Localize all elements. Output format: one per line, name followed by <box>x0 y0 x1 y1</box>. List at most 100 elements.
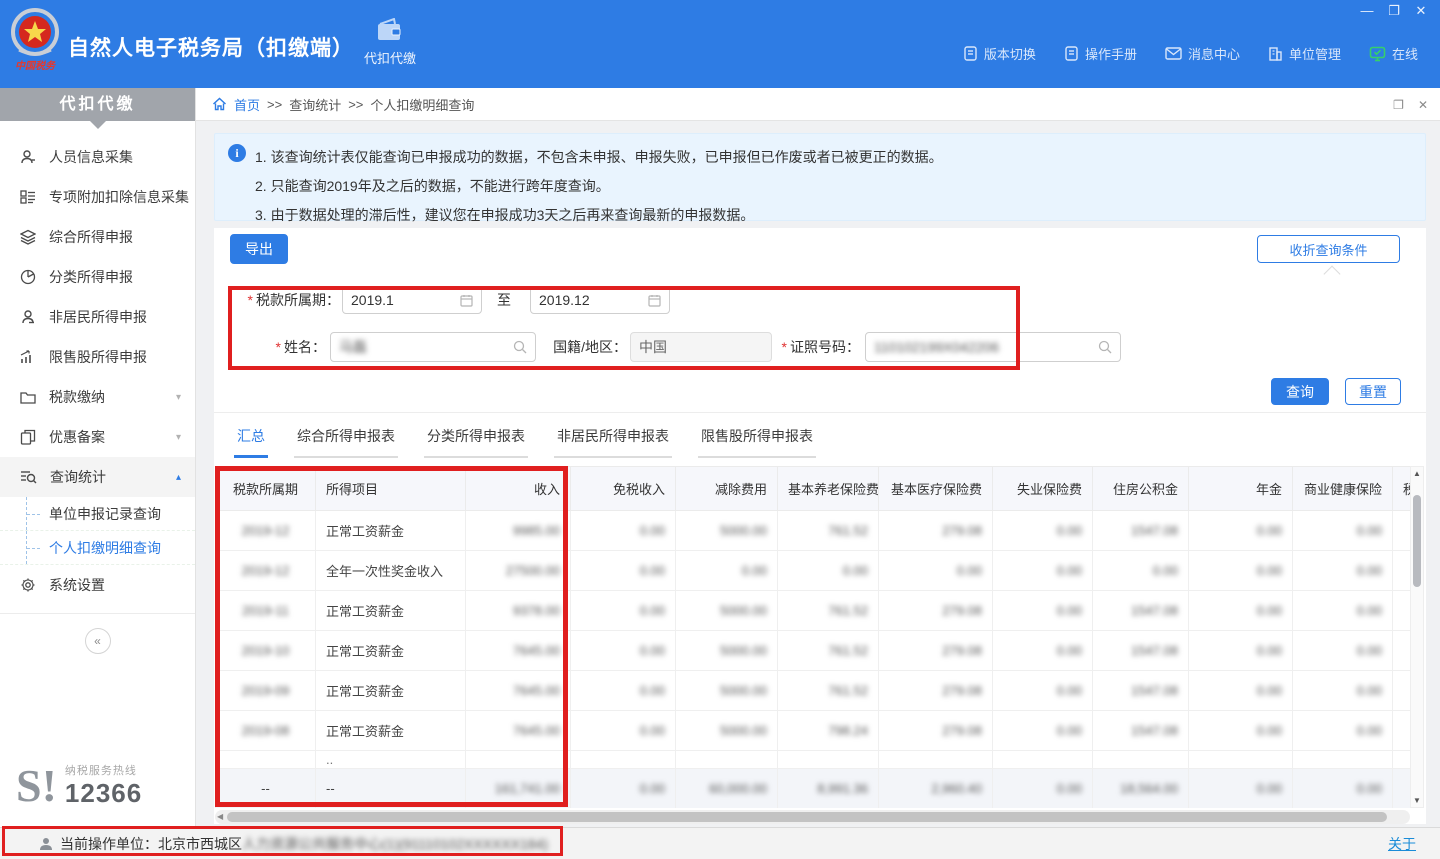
tab-nonresident-income[interactable]: 非居民所得申报表 <box>554 426 672 458</box>
nav-online-status[interactable]: 在线 <box>1369 44 1418 63</box>
window-controls: — ❐ ✕ <box>1358 3 1430 19</box>
minimize-icon[interactable]: — <box>1358 3 1376 19</box>
table-cell: 5000.00 <box>676 511 778 551</box>
reset-button[interactable]: 重置 <box>1345 378 1401 405</box>
table-cell: 1547.08 <box>1093 631 1189 671</box>
table-cell <box>1393 591 1411 631</box>
nationality-label: 国籍/地区： <box>545 333 627 361</box>
table-cell: 正常工资薪金 <box>316 711 466 751</box>
table-cell: 0.00 <box>1293 671 1393 711</box>
nav-version-switch[interactable]: 版本切换 <box>963 44 1036 63</box>
table-cell: 8,991.36 <box>778 769 879 809</box>
table-cell: 0.00 <box>993 511 1093 551</box>
breadcrumb-separator: >> <box>348 97 363 112</box>
hotline-number: 12366 <box>65 778 142 809</box>
fold-query-conditions-button[interactable]: 收折查询条件 <box>1257 235 1400 263</box>
column-header: 税 <box>1393 467 1411 511</box>
wallet-icon <box>376 18 404 44</box>
current-unit-visible: 北京市西城区 <box>158 834 242 854</box>
sidebar-header-notch <box>90 121 106 129</box>
tab-restricted-stock[interactable]: 限售股所得申报表 <box>698 426 816 458</box>
scroll-up-icon[interactable]: ▲ <box>1413 469 1421 478</box>
search-icon[interactable] <box>513 340 527 354</box>
vertical-scroll-thumb[interactable] <box>1413 495 1421 587</box>
nav-unit-management[interactable]: 单位管理 <box>1268 44 1341 63</box>
export-button[interactable]: 导出 <box>230 234 288 264</box>
horizontal-scrollbar[interactable]: ◀ <box>215 810 1410 824</box>
scroll-left-icon[interactable]: ◀ <box>217 812 223 821</box>
table-row: 2019-08正常工资薪金7645.000.005000.00798.24279… <box>216 711 1411 751</box>
table-cell: 正常工资薪金 <box>316 591 466 631</box>
scroll-down-icon[interactable]: ▼ <box>1413 796 1421 805</box>
table-cell <box>466 751 571 769</box>
nav-message-center[interactable]: 消息中心 <box>1165 44 1240 63</box>
sidebar-item-system-settings[interactable]: 系统设置 <box>0 565 195 605</box>
sidebar-item-comprehensive-income[interactable]: 综合所得申报 <box>0 217 195 257</box>
column-header: 基本养老保险费 <box>778 467 879 511</box>
national-emblem-icon <box>9 8 61 58</box>
column-header: 免税收入 <box>571 467 676 511</box>
fold-caret-icon <box>1324 266 1341 283</box>
pane-close-icon[interactable]: ✕ <box>1418 98 1428 112</box>
table-cell <box>1293 751 1393 769</box>
period-to-input[interactable]: 2019.12 <box>530 286 670 314</box>
sidebar-item-restricted-stock[interactable]: 限售股所得申报 <box>0 337 195 377</box>
table-cell: 5000.00 <box>676 671 778 711</box>
tab-comprehensive-income[interactable]: 综合所得申报表 <box>294 426 398 458</box>
sidebar-item-label: 查询统计 <box>50 467 106 487</box>
column-header: 失业保险费 <box>993 467 1093 511</box>
tab-daikou-daijiao[interactable]: 代扣代缴 <box>345 18 435 67</box>
table-cell <box>1393 671 1411 711</box>
restore-icon[interactable]: ❐ <box>1385 3 1403 19</box>
sidebar-item-nonresident-income[interactable]: 非居民所得申报 <box>0 297 195 337</box>
table-cell <box>571 751 676 769</box>
close-icon[interactable]: ✕ <box>1412 3 1430 19</box>
pane-restore-icon[interactable]: ❐ <box>1393 98 1404 112</box>
horizontal-scroll-thumb[interactable] <box>227 812 1387 822</box>
sidebar-item-preferential-record[interactable]: 优惠备案 ▾ <box>0 417 195 457</box>
home-icon[interactable] <box>212 97 227 111</box>
table-cell: 0.00 <box>571 711 676 751</box>
sidebar: 代扣代缴 人员信息采集 专项附加扣除信息采集 综合所得申报 分类所得申报 非居民… <box>0 88 196 827</box>
period-from-input[interactable]: 2019.1 <box>342 286 482 314</box>
tab-summary[interactable]: 汇总 <box>234 426 268 458</box>
sidebar-item-personnel-info[interactable]: 人员信息采集 <box>0 137 195 177</box>
table-cell <box>1393 751 1411 769</box>
table-row: 2019-11正常工资薪金9378.000.005000.00761.52279… <box>216 591 1411 631</box>
table-row: 2019-12全年一次性奖金收入27500.000.000.000.000.00… <box>216 551 1411 591</box>
table-cell: 0.00 <box>571 631 676 671</box>
sidebar-item-label: 限售股所得申报 <box>49 347 147 367</box>
table-row: 2019-10正常工资薪金7645.000.005000.00761.52279… <box>216 631 1411 671</box>
table-cell: 正常工资薪金 <box>316 631 466 671</box>
notice-line: 3. 由于数据处理的滞后性，建议您在申报成功3天之后再来查询最新的申报数据。 <box>255 201 1415 230</box>
table-cell: 9378.00 <box>466 591 571 631</box>
tab-classified-income[interactable]: 分类所得申报表 <box>424 426 528 458</box>
nav-label: 单位管理 <box>1289 44 1341 63</box>
table-cell: 9985.00 <box>466 511 571 551</box>
nav-manual[interactable]: 操作手册 <box>1064 44 1137 63</box>
id-number-input[interactable]: 110102199X042206 <box>865 332 1121 362</box>
about-link[interactable]: 关于 <box>1388 834 1416 854</box>
sidebar-subitem-personal-withholding-query[interactable]: 个人扣缴明细查询 <box>0 531 195 565</box>
id-number-label: 证照号码： <box>780 333 860 361</box>
sidebar-item-classified-income[interactable]: 分类所得申报 <box>0 257 195 297</box>
sidebar-item-special-deduction[interactable]: 专项附加扣除信息采集 <box>0 177 195 217</box>
table-cell: 0.00 <box>676 551 778 591</box>
breadcrumb-home[interactable]: 首页 <box>234 95 260 114</box>
table-cell: 0.00 <box>1293 591 1393 631</box>
to-label: 至 <box>497 286 511 314</box>
table-cell: 0.00 <box>1293 711 1393 751</box>
sidebar-item-tax-payment[interactable]: 税款缴纳 ▾ <box>0 377 195 417</box>
table-cell: 0.00 <box>1189 671 1293 711</box>
search-icon[interactable] <box>1098 340 1112 354</box>
table-cell <box>1393 551 1411 591</box>
vertical-scrollbar[interactable]: ▲ ▼ <box>1410 466 1424 808</box>
sidebar-item-label: 专项附加扣除信息采集 <box>49 187 189 207</box>
name-input[interactable]: 马磊 <box>330 332 536 362</box>
search-button[interactable]: 查询 <box>1271 378 1329 405</box>
sidebar-item-query-statistics[interactable]: 查询统计 ▴ <box>0 457 195 497</box>
sidebar-collapse-button[interactable]: « <box>85 628 111 654</box>
sidebar-subitem-unit-declaration-query[interactable]: 单位申报记录查询 <box>0 497 195 531</box>
submenu-label: 单位申报记录查询 <box>49 504 161 524</box>
table-cell: 0.00 <box>1189 551 1293 591</box>
